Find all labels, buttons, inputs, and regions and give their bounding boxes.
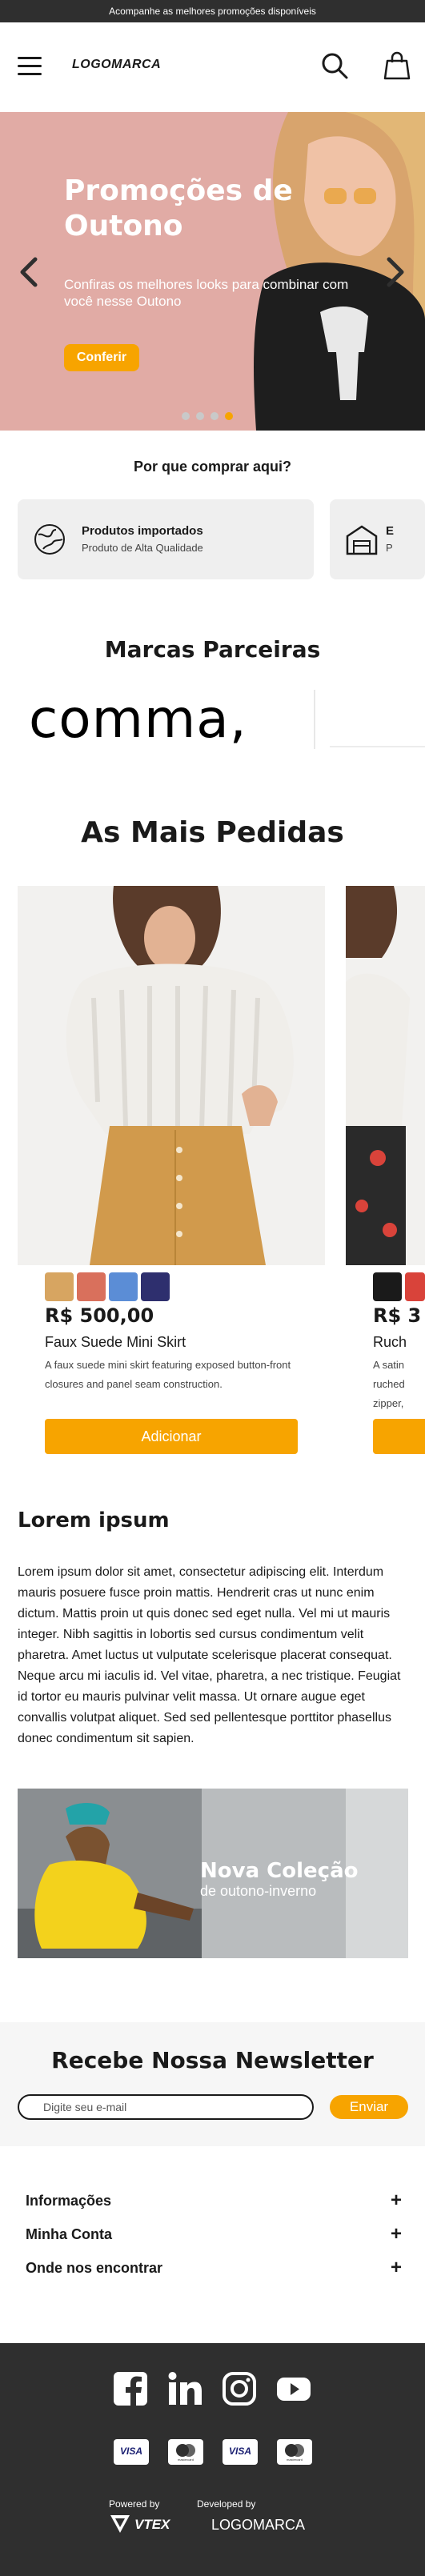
brand-divider	[314, 690, 315, 749]
product-description: A satin ruched zipper,	[373, 1359, 405, 1409]
product-name[interactable]: Faux Suede Mini Skirt	[45, 1334, 186, 1351]
accordion-item-minha-conta[interactable]: Minha Conta +	[26, 2220, 402, 2252]
feature-subtitle: P	[386, 542, 393, 554]
vtex-icon[interactable]	[109, 2514, 131, 2534]
banner-title: Nova Coleção	[200, 1859, 359, 1883]
warehouse-icon	[346, 525, 378, 555]
developer-logo[interactable]: LOGOMARCA	[211, 2517, 305, 2534]
facebook-icon[interactable]	[112, 2370, 149, 2407]
color-swatch[interactable]	[141, 1272, 170, 1301]
feature-card: Produtos importados Produto de Alta Qual…	[18, 499, 314, 579]
product-image[interactable]	[346, 886, 425, 1265]
chevron-left-icon[interactable]	[18, 256, 42, 288]
visa-icon: VISA	[114, 2439, 149, 2465]
hero-model-image	[0, 112, 425, 431]
instagram-icon[interactable]	[221, 2370, 258, 2407]
feature-title: Produtos importados	[82, 524, 203, 538]
plus-icon[interactable]: +	[391, 2223, 402, 2245]
hero-subtitle: Confiras os melhores looks para combinar…	[64, 277, 349, 309]
newsletter-email-input[interactable]: Digite seu e-mail	[18, 2094, 314, 2120]
banner-subtitle: de outono-inverno	[200, 1883, 317, 1899]
plus-icon[interactable]: +	[391, 2189, 402, 2212]
carousel-dot-active[interactable]	[225, 412, 233, 420]
color-swatch[interactable]	[109, 1272, 138, 1301]
plus-icon[interactable]: +	[391, 2257, 402, 2279]
product-description: A faux suede mini skirt featuring expose…	[45, 1359, 291, 1390]
brand-next-placeholder	[330, 746, 425, 747]
vtex-logo[interactable]: VTEX	[134, 2517, 170, 2533]
accordion-label: Onde nos encontrar	[26, 2260, 163, 2276]
accordion-item-onde-nos-encontrar[interactable]: Onde nos encontrar +	[26, 2253, 402, 2286]
site-footer	[0, 2343, 425, 2576]
newsletter-title: Recebe Nossa Newsletter	[51, 2047, 374, 2073]
site-header	[0, 22, 425, 112]
content-text: Lorem ipsum dolor sit amet, consectetur …	[18, 1565, 401, 1745]
menu-icon[interactable]	[18, 57, 42, 76]
linkedin-icon[interactable]	[166, 2370, 203, 2407]
accordion-item-informacoes[interactable]: Informações +	[26, 2186, 402, 2218]
hero-cta-button[interactable]: Conferir	[64, 344, 139, 371]
newsletter-submit-button[interactable]: Enviar	[330, 2095, 408, 2119]
accordion-label: Informações	[26, 2193, 112, 2209]
site-logo[interactable]: LOGOMARCA	[72, 58, 161, 72]
product-image[interactable]	[18, 886, 325, 1265]
feature-title: E	[386, 524, 395, 538]
bag-icon[interactable]	[383, 51, 411, 80]
color-swatch[interactable]	[373, 1272, 402, 1301]
product-price: R$ 500,00	[45, 1304, 154, 1327]
brands-title: Marcas Parceiras	[104, 636, 321, 663]
carousel-dot[interactable]	[196, 412, 204, 420]
hero-carousel: Promoções de Outono Confiras os melhores…	[0, 112, 425, 431]
carousel-dot[interactable]	[182, 412, 190, 420]
newsletter-section	[0, 2022, 425, 2146]
color-swatch[interactable]	[45, 1272, 74, 1301]
collection-banner[interactable]: Nova Coleção de outono-inverno	[18, 1789, 408, 1958]
topbar-message: Acompanhe as melhores promoções disponív…	[109, 6, 316, 17]
add-to-cart-button[interactable]: Adicionar	[45, 1419, 298, 1454]
chevron-right-icon[interactable]	[383, 256, 407, 288]
hero-title: Promoções de Outono	[64, 174, 293, 242]
carousel-dots	[182, 410, 239, 424]
product-price: R$ 3	[373, 1304, 422, 1327]
globe-icon	[34, 524, 65, 555]
bestsellers-title: As Mais Pedidas	[81, 816, 344, 849]
promo-topbar: Acompanhe as melhores promoções disponív…	[0, 0, 425, 22]
why-title: Por que comprar aqui?	[133, 459, 292, 475]
color-swatch[interactable]	[405, 1272, 425, 1301]
color-swatch[interactable]	[77, 1272, 106, 1301]
brand-logo[interactable]: comma,	[29, 688, 247, 750]
visa-icon: VISA	[223, 2439, 258, 2465]
content-title: Lorem ipsum	[18, 1508, 170, 1532]
powered-by-label: Powered by	[109, 2498, 160, 2510]
mastercard-icon: mastercard	[277, 2439, 312, 2465]
carousel-dot[interactable]	[210, 412, 219, 420]
feature-subtitle: Produto de Alta Qualidade	[82, 542, 203, 554]
mastercard-icon: mastercard	[168, 2439, 203, 2465]
add-to-cart-button[interactable]	[373, 1419, 425, 1454]
accordion-label: Minha Conta	[26, 2226, 112, 2242]
youtube-icon[interactable]	[275, 2370, 312, 2407]
product-name[interactable]: Ruch	[373, 1334, 407, 1351]
feature-card: E P	[330, 499, 425, 579]
developed-by-label: Developed by	[197, 2498, 256, 2510]
search-icon[interactable]	[320, 51, 349, 80]
